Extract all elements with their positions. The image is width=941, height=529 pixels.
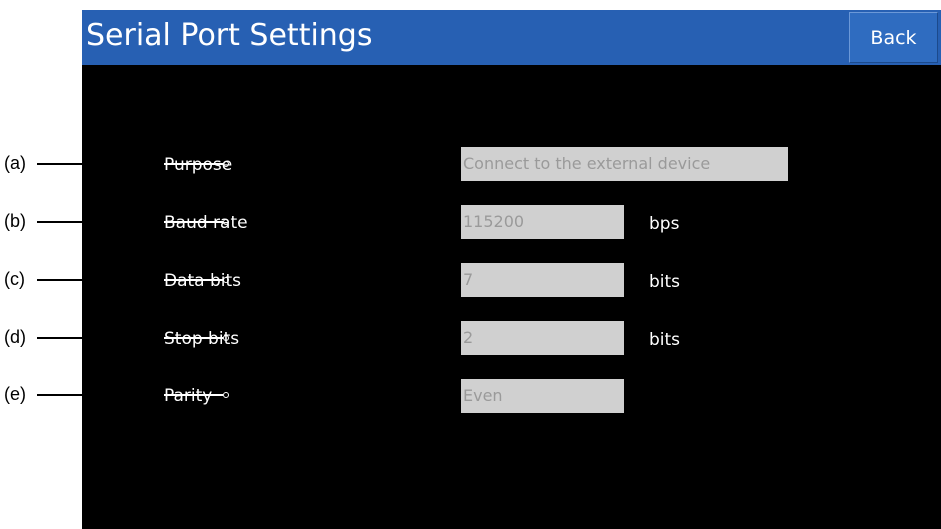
baud-rate-field[interactable]: 115200 (461, 205, 624, 239)
purpose-label: Purpose (164, 155, 233, 175)
callout-line-c (37, 279, 82, 281)
callout-line-e (37, 394, 82, 396)
stop-bits-unit: bits (649, 330, 681, 350)
baud-rate-label: Baud rate (164, 213, 248, 233)
callout-label-a: (a) (4, 153, 26, 173)
parity-field[interactable]: Even (461, 379, 624, 413)
callout-label-b: (b) (4, 211, 26, 231)
page-title: Serial Port Settings (86, 18, 373, 53)
data-bits-label: Data bits (164, 271, 242, 291)
data-bits-unit: bits (649, 272, 681, 292)
purpose-field[interactable]: Connect to the external device (461, 147, 788, 181)
callout-label-d: (d) (4, 327, 26, 347)
callout-line-a (37, 163, 82, 165)
callout-line-d (37, 337, 82, 339)
callout-line-b (37, 221, 82, 223)
callout-label-c: (c) (4, 269, 25, 289)
stop-bits-field[interactable]: 2 (461, 321, 624, 355)
back-button[interactable]: Back (849, 12, 938, 63)
title-bar: Serial Port Settings Back (82, 10, 941, 65)
parity-label: Parity (164, 386, 213, 406)
stop-bits-label: Stop bits (164, 329, 240, 349)
baud-rate-unit: bps (649, 214, 680, 234)
data-bits-field[interactable]: 7 (461, 263, 624, 297)
device-screen: Serial Port Settings Back Purpose Connec… (82, 10, 941, 529)
callout-label-e: (e) (4, 384, 26, 404)
callout-dot-e (223, 392, 229, 398)
